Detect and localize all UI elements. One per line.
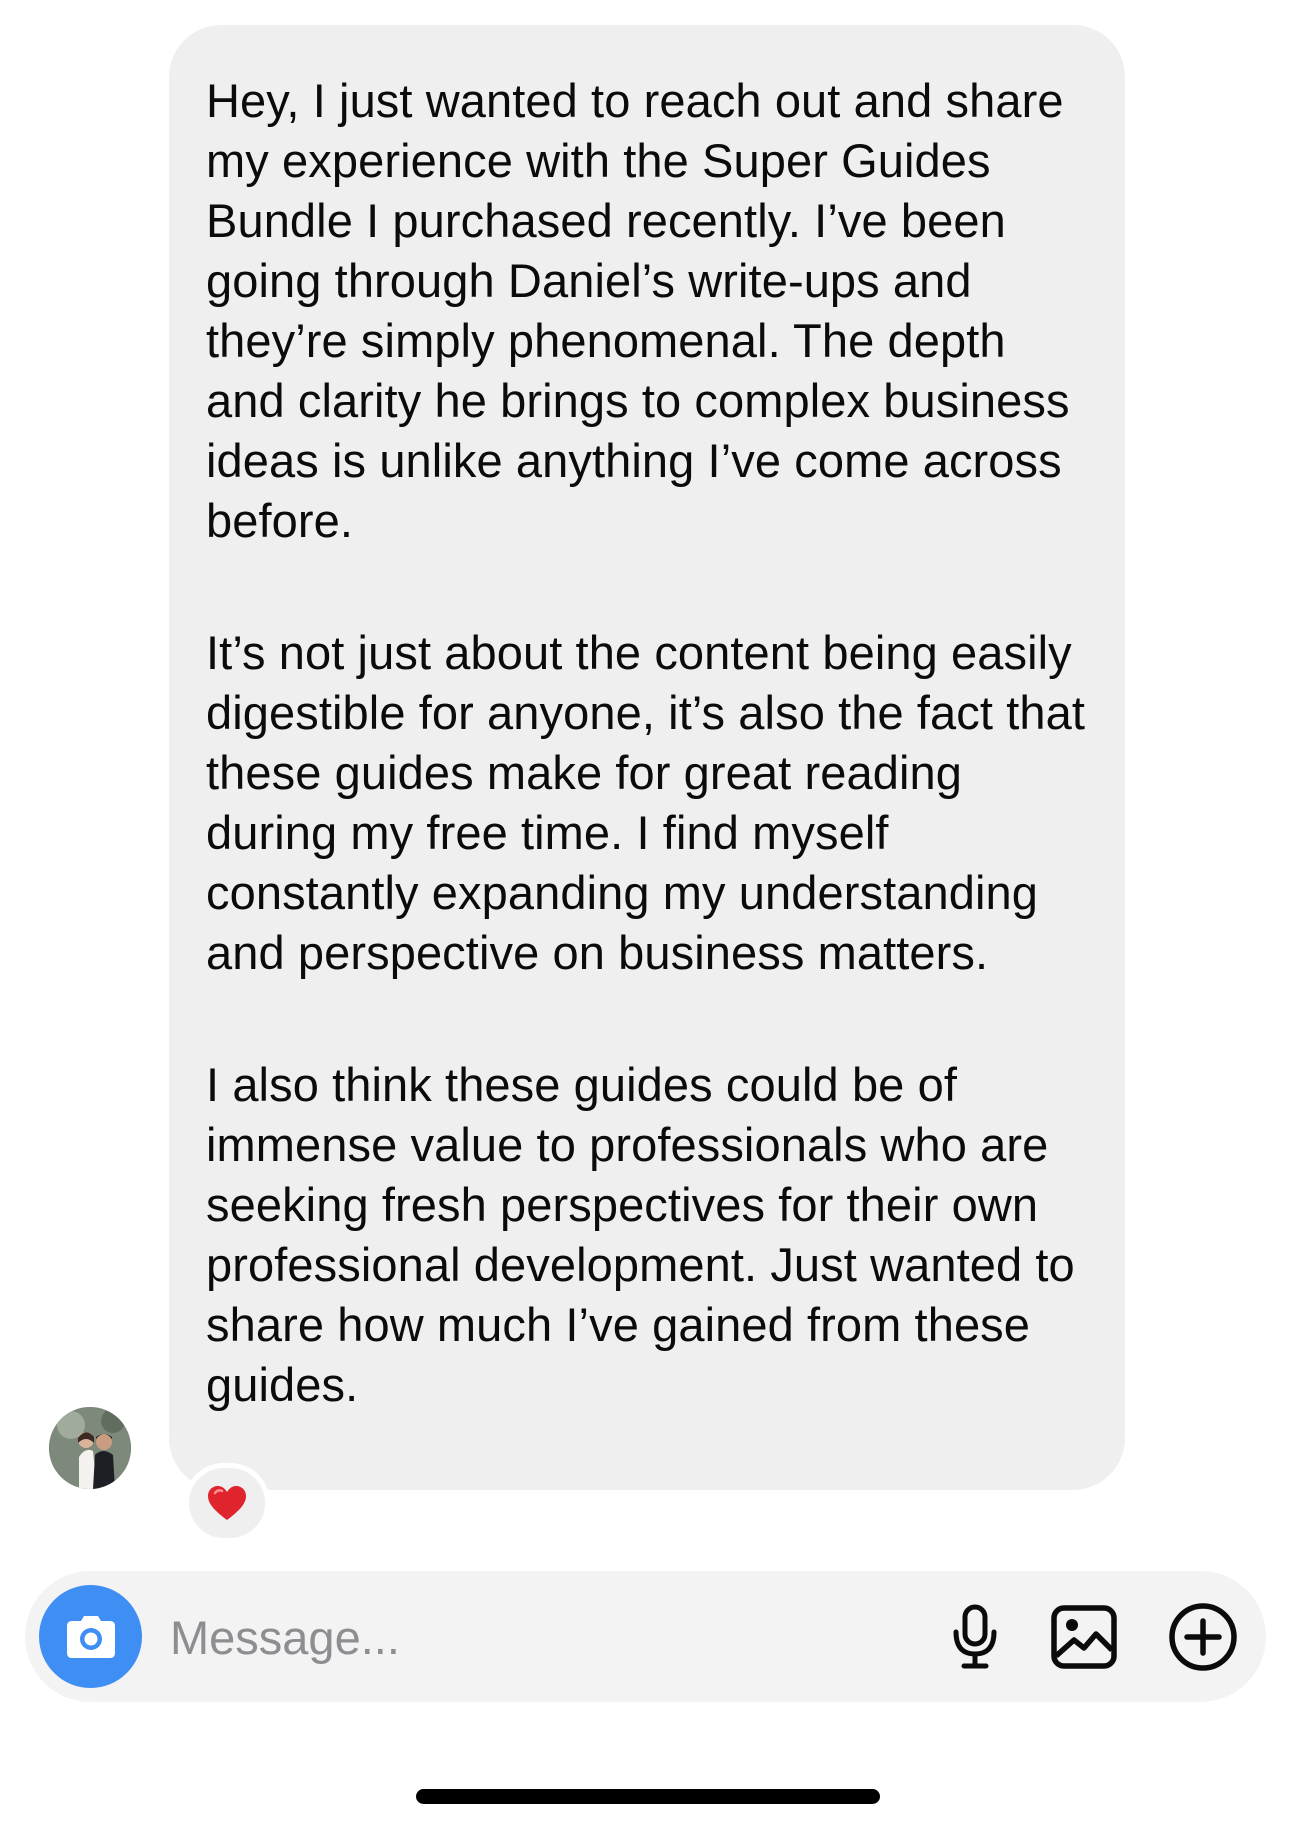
message-composer (25, 1571, 1266, 1702)
message-paragraph: I also think these guides could be of im… (206, 1058, 1075, 1411)
message-thread: Hey, I just wanted to reach out and shar… (0, 0, 1290, 1560)
message-paragraph: Hey, I just wanted to reach out and shar… (206, 74, 1070, 547)
reaction-badge[interactable] (184, 1463, 270, 1543)
message-paragraph: It’s not just about the content being ea… (206, 626, 1085, 979)
microphone-icon (953, 1604, 997, 1669)
heart-icon (208, 1486, 246, 1520)
camera-button[interactable] (39, 1585, 142, 1688)
message-input[interactable] (170, 1598, 730, 1676)
gallery-button[interactable] (1048, 1601, 1120, 1673)
home-indicator[interactable] (416, 1789, 880, 1804)
camera-icon (66, 1615, 115, 1658)
avatar-photo (49, 1407, 131, 1489)
sender-avatar[interactable] (49, 1407, 131, 1489)
voice-message-button[interactable] (939, 1601, 1011, 1673)
image-icon (1051, 1605, 1117, 1669)
received-message-bubble[interactable]: Hey, I just wanted to reach out and shar… (169, 25, 1125, 1490)
more-options-button[interactable] (1167, 1601, 1239, 1673)
plus-circle-icon (1169, 1603, 1237, 1671)
